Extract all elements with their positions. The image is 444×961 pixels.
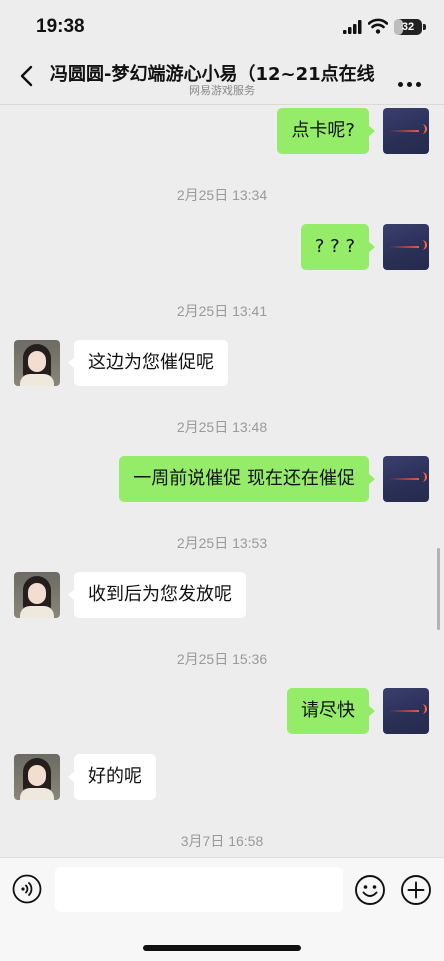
emoji-icon[interactable] [354, 874, 386, 906]
self-avatar[interactable] [383, 224, 429, 270]
chat-header: 冯圆圆-梦幻端游心小易（12~21点在线 网易游戏服务 [0, 52, 444, 105]
message-timestamp: 3月7日 16:58 [180, 833, 264, 849]
self-avatar[interactable] [383, 456, 429, 502]
message-timestamp: 2月25日 13:34 [176, 187, 268, 203]
message-input[interactable] [55, 867, 343, 912]
battery-percent: 32 [401, 21, 415, 33]
message-timestamp: 2月25日 13:53 [176, 535, 268, 551]
wifi-icon [368, 18, 388, 34]
message-list[interactable]: 点卡呢? 2月25日 13:34 ? ? ? 2月25日 13:41 这边为您催… [0, 105, 444, 857]
message-bubble-outgoing[interactable]: 点卡呢? [277, 108, 375, 154]
voice-icon[interactable] [12, 874, 42, 904]
contact-avatar[interactable] [14, 340, 60, 386]
message-bubble-incoming[interactable]: 这边为您催促呢 [68, 340, 228, 386]
scrollbar[interactable] [437, 548, 440, 630]
plus-icon[interactable] [400, 874, 432, 906]
self-avatar[interactable] [383, 688, 429, 734]
message-bubble-outgoing[interactable]: 请尽快 [287, 688, 375, 734]
message-timestamp: 2月25日 13:41 [176, 303, 268, 319]
contact-avatar[interactable] [14, 572, 60, 618]
message-bubble-outgoing[interactable]: ? ? ? [300, 224, 376, 270]
message-bubble-incoming[interactable]: 收到后为您发放呢 [68, 572, 246, 618]
battery-tip [423, 24, 426, 30]
input-bar [0, 857, 444, 961]
status-bar: 19:38 32 [0, 0, 444, 52]
message-bubble-incoming[interactable]: 好的呢 [68, 754, 156, 800]
home-indicator[interactable] [143, 945, 301, 951]
chat-subtitle: 网易游戏服务 [189, 84, 255, 97]
status-time: 19:38 [36, 16, 85, 37]
self-avatar[interactable] [383, 108, 429, 154]
message-timestamp: 2月25日 13:48 [176, 419, 268, 435]
cellular-signal-icon [343, 20, 362, 34]
battery-icon: 32 [394, 19, 422, 35]
more-icon[interactable] [398, 72, 426, 87]
message-timestamp: 2月25日 15:36 [176, 651, 268, 667]
message-bubble-outgoing[interactable]: 一周前说催促 现在还在催促 [119, 456, 375, 502]
contact-avatar[interactable] [14, 754, 60, 800]
